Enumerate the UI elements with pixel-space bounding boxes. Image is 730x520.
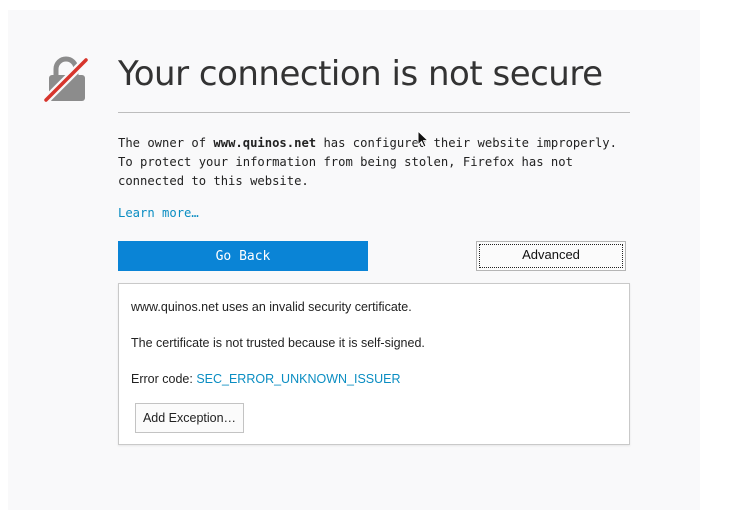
page-title: Your connection is not secure [118,54,603,94]
mouse-pointer-icon [417,130,429,148]
advanced-panel: www.quinos.net uses an invalid security … [118,283,630,445]
description-text-start: The owner of [118,136,214,150]
error-code-link[interactable]: SEC_ERROR_UNKNOWN_ISSUER [196,372,400,386]
advanced-button[interactable]: Advanced [476,241,626,271]
error-code-label: Error code: [131,372,197,386]
learn-more-link[interactable]: Learn more… [118,206,199,220]
broken-lock-icon [44,56,89,102]
title-divider [118,112,630,113]
certificate-reason-text: The certificate is not trusted because i… [131,336,425,350]
go-back-button[interactable]: Go Back [118,241,368,271]
error-code-line: Error code: SEC_ERROR_UNKNOWN_ISSUER [131,372,401,386]
error-page: Your connection is not secure The owner … [8,10,700,510]
advanced-button-label: Advanced [479,244,623,268]
error-description: The owner of www.quinos.net has configur… [118,134,628,191]
site-host: www.quinos.net [213,136,317,150]
add-exception-button[interactable]: Add Exception… [135,403,244,433]
invalid-certificate-text: www.quinos.net uses an invalid security … [131,300,412,314]
